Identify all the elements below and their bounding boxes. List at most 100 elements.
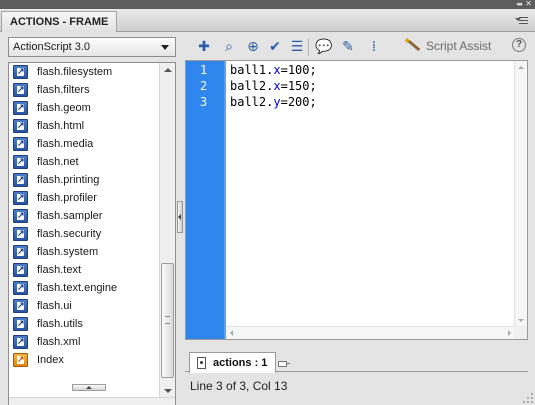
magnifier-icon: ⌕ [225,39,233,55]
script-document-icon [197,357,206,369]
close-icon[interactable]: ✕ [525,0,532,9]
editor-vertical-scrollbar[interactable] [514,61,527,327]
toolbox-item[interactable]: flash.profiler [9,189,159,207]
toolbox-item-label: flash.filters [37,84,90,96]
scroll-up-icon[interactable] [518,66,524,69]
toolbox-item-label: flash.security [37,228,102,240]
script-editor[interactable]: 123 ball1.x=100; ball2.x=150; ball2.y=200; [185,60,528,340]
resize-grip-icon[interactable] [523,393,533,403]
code-object: ball2. [230,79,274,93]
debug-options-button[interactable]: ✎ [338,37,358,57]
toolbox-item[interactable]: flash.media [9,135,159,153]
toolbox-item[interactable]: flash.printing [9,171,159,189]
toolbox-item-label: flash.media [37,138,94,150]
collapse-between-braces-button[interactable]: ⁞ [364,37,384,57]
script-tab-strip: actions : 1 [185,341,528,373]
gutter-strip [224,61,226,339]
pin-script-icon[interactable] [278,357,290,369]
bug-icon: ✎ [342,39,354,55]
status-line: Line 3 of 3, Col 13 [190,379,288,393]
book-icon [13,335,28,349]
insert-target-path-button[interactable]: ⊕ [243,37,263,57]
find-button[interactable]: ⌕ [219,37,239,57]
toolbox-item-label: flash.sampler [37,210,103,222]
line-number: 2 [200,79,208,93]
code-line[interactable]: ball2.y=200; [230,94,317,110]
toolbox-item[interactable]: Index [9,351,159,369]
pane-splitter[interactable] [177,33,183,405]
auto-format-button[interactable]: ☰ [287,37,307,57]
toolbox-item-label: flash.text [37,264,82,276]
check-syntax-button[interactable]: ✔ [265,37,285,57]
add-statement-button[interactable]: ✚ [194,37,214,57]
toolbox-item-label: flash.filesystem [37,66,113,78]
editor-horizontal-scrollbar[interactable] [226,326,515,339]
code-area[interactable]: ball1.x=100; ball2.x=150; ball2.y=200; [230,62,317,110]
book-icon [13,119,28,133]
actions-toolbox-pane: ActionScript 3.0 flash.filesystem flash.f… [0,33,179,405]
book-icon [13,83,28,97]
code-line[interactable]: ball1.x=100; [230,62,317,78]
scroll-left-icon[interactable] [230,330,233,336]
language-select[interactable]: ActionScript 3.0 [8,37,176,57]
collapse-icon[interactable]: ◂◂ [516,0,522,9]
toolbox-resize-grip[interactable] [72,384,106,391]
scroll-up-icon[interactable] [164,68,172,72]
code-assignment: =150; [280,79,317,93]
plus-icon: ✚ [198,39,210,55]
toolbox-item[interactable]: flash.ui [9,297,159,315]
scroll-right-icon[interactable] [508,330,511,336]
script-assist-label: Script Assist [426,39,492,53]
toolbar-separator [308,38,309,56]
toolbox-item[interactable]: flash.sampler [9,207,159,225]
toolbox-item-label: flash.ui [37,300,72,312]
index-book-icon [13,353,28,367]
book-icon [13,209,28,223]
book-icon [13,299,28,313]
book-icon [13,101,28,115]
scrollbar-thumb[interactable] [161,263,174,378]
toolbox-item[interactable]: flash.html [9,117,159,135]
toolbox-item[interactable]: flash.xml [9,333,159,351]
show-code-hint-button[interactable]: 💬 [314,37,334,57]
panel-title-tab[interactable]: ACTIONS - FRAME [1,11,118,32]
book-icon [13,317,28,331]
code-line[interactable]: ball2.x=150; [230,78,317,94]
book-icon [13,173,28,187]
code-object: ball1. [230,63,274,77]
toolbox-item[interactable]: flash.filesystem [9,63,159,81]
crosshair-icon: ⊕ [247,39,259,55]
toolbox-footer [9,397,175,405]
toolbox-vertical-scrollbar[interactable] [159,63,175,398]
collapse-pane-handle[interactable] [177,201,183,233]
toolbox-item[interactable]: flash.utils [9,315,159,333]
code-assignment: =100; [280,63,317,77]
tab-label: actions : 1 [213,357,268,369]
panel-menu-icon[interactable] [515,15,529,25]
scrollbar-corner [514,326,527,339]
panel-title-bar: ACTIONS - FRAME [0,9,535,32]
toolbox-item-label: flash.text.engine [37,282,118,294]
script-assist-toggle[interactable]: Script Assist [403,33,492,55]
toolbox-item[interactable]: flash.system [9,243,159,261]
scroll-down-icon[interactable] [164,389,172,393]
book-icon [13,191,28,205]
magic-wand-icon [403,33,421,53]
language-select-value: ActionScript 3.0 [13,41,91,53]
code-object: ball2. [230,95,274,109]
toolbox-item[interactable]: flash.net [9,153,159,171]
toolbox-item-label: Index [37,354,64,366]
book-icon [13,155,28,169]
code-property: x [273,79,281,93]
book-icon [13,281,28,295]
toolbox-item[interactable]: flash.geom [9,99,159,117]
toolbox-item[interactable]: flash.security [9,225,159,243]
toolbox-item[interactable]: flash.text.engine [9,279,159,297]
toolbox-item[interactable]: flash.filters [9,81,159,99]
tab-actions-1[interactable]: actions : 1 [189,352,276,373]
help-icon[interactable]: ? [512,38,526,52]
code-property: y [273,95,281,109]
scroll-down-icon[interactable] [518,319,524,322]
toolbox-item[interactable]: flash.text [9,261,159,279]
toolbox-item-label: flash.html [37,120,85,132]
